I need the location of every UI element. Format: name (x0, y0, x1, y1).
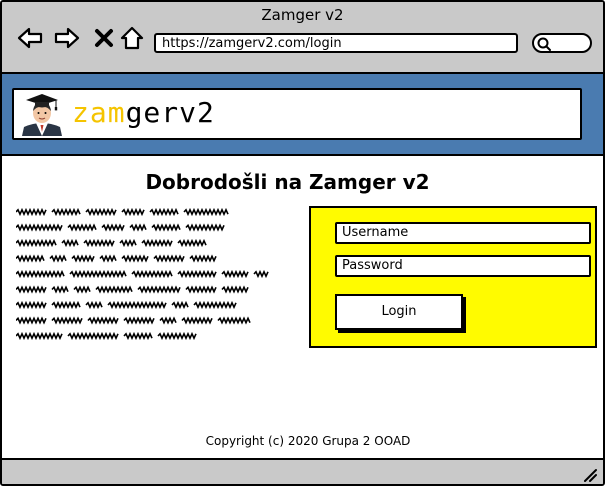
scribble-word (159, 316, 177, 325)
scribble-word (177, 238, 207, 248)
window-title: Zamger v2 (261, 6, 344, 24)
scribble-word (95, 285, 133, 294)
scribble-word (183, 207, 229, 217)
scribble-word (16, 254, 45, 263)
scribble-word (121, 254, 149, 263)
scribble-word (151, 223, 181, 232)
site-header: zamgerv2 (2, 74, 603, 156)
address-bar[interactable]: https://zamgerv2.com/login (154, 33, 518, 53)
scribble-word (16, 285, 47, 294)
scribble-word (153, 254, 185, 263)
logo-part-2: gerv2 (125, 96, 215, 129)
scribble-word (181, 316, 213, 325)
browser-statusbar (2, 458, 603, 484)
welcome-text-placeholder (16, 204, 288, 344)
scribble-word (149, 207, 179, 217)
login-panel: Username Password Login (309, 206, 597, 348)
scribble-word (69, 269, 127, 279)
page-title: Dobrodošli na Zamger v2 (145, 170, 430, 194)
scribble-word (16, 331, 63, 341)
login-button[interactable]: Login (335, 294, 463, 330)
username-field[interactable]: Username (335, 222, 591, 244)
scribble-word (221, 269, 249, 279)
scribble-word (51, 316, 83, 325)
browser-search-field[interactable] (532, 33, 592, 53)
scribble-word (49, 254, 67, 263)
scribble-word (185, 223, 225, 232)
back-arrow-icon[interactable] (16, 24, 44, 52)
scribble-word (51, 207, 81, 217)
scribble-word (123, 316, 155, 325)
browser-titlebar: Zamger v2 https://zamgerv2.com/login (2, 2, 603, 74)
scribble-word (61, 238, 79, 248)
scribble-word (16, 300, 47, 310)
scribble-word (101, 223, 125, 232)
scribble-word (131, 269, 173, 279)
scribble-word (157, 331, 197, 341)
close-x-icon[interactable] (90, 24, 118, 52)
scribble-word (189, 254, 217, 263)
scribble-word (85, 300, 103, 310)
scribble-word (73, 285, 91, 294)
forward-arrow-icon[interactable] (53, 24, 81, 52)
scribble-word (121, 207, 145, 217)
scribble-text-lines (16, 207, 269, 341)
scribble-word (16, 223, 63, 232)
scribble-word (16, 238, 57, 248)
scribble-word (217, 316, 251, 325)
scribble-word (177, 269, 217, 279)
scribble-word (83, 238, 115, 248)
scribble-word (119, 238, 137, 248)
scribble-word (51, 300, 81, 310)
scribble-word (16, 269, 65, 279)
scribble-word (16, 207, 47, 217)
logo-wordmark: zamgerv2 (72, 93, 215, 133)
scribble-word (137, 285, 181, 294)
scribble-word (123, 331, 153, 341)
site-logo[interactable]: zamgerv2 (12, 88, 582, 140)
scribble-word (193, 300, 237, 310)
copyright-footer: Copyright (c) 2020 Grupa 2 OOAD (205, 434, 411, 448)
scribble-word (185, 285, 217, 294)
scribble-word (87, 316, 119, 325)
graduate-avatar-icon (22, 94, 62, 136)
scribble-word (129, 223, 147, 232)
scribble-word (67, 223, 97, 232)
scribble-word (67, 331, 119, 341)
magnifier-icon (537, 37, 551, 51)
scribble-word (85, 207, 117, 217)
scribble-word (253, 269, 269, 279)
browser-window: Zamger v2 https://zamgerv2.com/login zam… (0, 0, 605, 486)
resize-grip-icon[interactable] (583, 468, 597, 482)
scribble-word (16, 316, 47, 325)
scribble-word (141, 238, 173, 248)
home-icon[interactable] (118, 24, 146, 52)
logo-part-1: zam (72, 96, 126, 129)
scribble-word (171, 300, 189, 310)
password-field[interactable]: Password (335, 255, 591, 277)
scribble-word (107, 300, 167, 310)
scribble-word (71, 254, 95, 263)
scribble-word (99, 254, 117, 263)
scribble-word (221, 285, 249, 294)
scribble-word (51, 285, 69, 294)
